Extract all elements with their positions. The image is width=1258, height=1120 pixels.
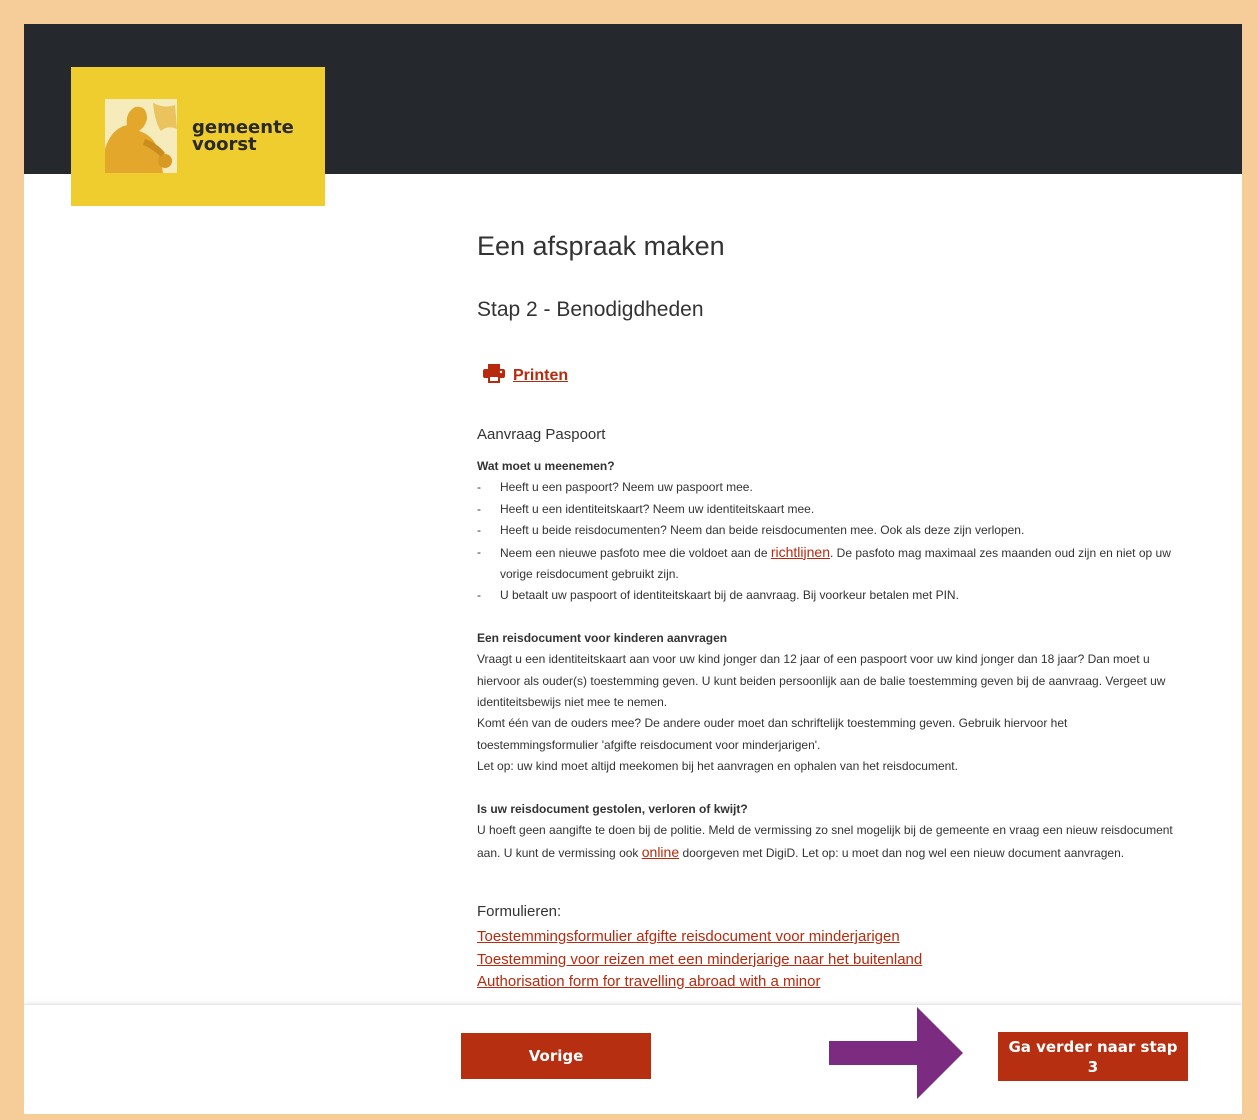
list-item-text: Heeft u een identiteitskaart? Neem uw id… [500,501,815,516]
list-item: - Heeft u een identiteitskaart? Neem uw i… [477,501,815,516]
page-frame: gemeente voorst Een afspraak maken Stap … [24,24,1242,1114]
forms-label: Formulieren: [477,903,562,920]
section-heading-stolen: Is uw reisdocument gestolen, verloren of… [477,801,748,816]
site-header: gemeente voorst [24,24,1242,206]
stolen-paragraph: U hoeft geen aangifte te doen bij de pol… [477,820,1177,864]
children-paragraph-1: Vraagt u een identiteitskaart aan voor u… [477,652,1166,710]
form-link-consent-minors[interactable]: Toestemmingsformulier afgifte reisdocume… [477,926,922,949]
stolen-text-post: doorgeven met DigiD. Let op: u moet dan … [679,845,1125,860]
logo-photo [105,99,177,173]
gemeente-voorst-logo[interactable]: gemeente voorst [71,67,325,206]
list-item-text: Heeft u een paspoort? Neem uw paspoort m… [500,480,753,495]
list-item: - Neem een nieuwe pasfoto mee die voldoet… [477,543,1171,582]
requirements-text: Wat moet u meenemen? - Heeft u een paspoo… [477,456,1177,864]
children-paragraph-3: Let op: uw kind moet altijd meekomen bij… [477,759,958,774]
list-item-text: Heeft u beide reisdocumenten? Neem dan b… [500,523,1025,538]
form-link-travel-minor[interactable]: Toestemming voor reizen met een minderja… [477,949,922,972]
navigation-footer: Vorige Ga verder naar stap 3 [24,1004,1242,1114]
section-heading-bring: Wat moet u meenemen? [477,459,615,473]
online-link[interactable]: online [642,844,679,860]
forms-links: Toestemmingsformulier afgifte reisdocume… [477,926,922,994]
printer-icon [483,364,505,388]
previous-button[interactable]: Vorige [461,1033,651,1079]
step-title: Stap 2 - Benodigdheden [477,298,704,321]
arrow-right-icon [829,1007,963,1099]
list-item: - Heeft u beide reisdocumenten? Neem dan … [477,523,1025,538]
list-item: -U betaalt uw paspoort of identiteitskaa… [477,588,959,603]
list-item-text: Neem een nieuwe pasfoto mee die voldoet … [500,545,771,560]
section-heading-children: Een reisdocument voor kinderen aanvragen [477,630,728,645]
list-item: - Heeft u een paspoort? Neem uw paspoort … [477,480,753,495]
print-link[interactable]: Printen [513,367,568,385]
list-item-text: U betaalt uw paspoort of identiteitskaar… [500,588,959,603]
print-link-wrapper[interactable]: Printen [483,364,568,388]
logo-line-2: voorst [192,134,257,155]
next-step-button[interactable]: Ga verder naar stap 3 [998,1032,1188,1081]
children-paragraph-2: Komt één van de ouders mee? De andere ou… [477,716,1068,752]
form-link-authorisation[interactable]: Authorisation form for travelling abroad… [477,971,922,994]
document-title: Aanvraag Paspoort [477,426,606,443]
guidelines-link[interactable]: richtlijnen [771,544,830,560]
logo-text: gemeente voorst [192,119,294,155]
page-title: Een afspraak maken [477,231,725,261]
